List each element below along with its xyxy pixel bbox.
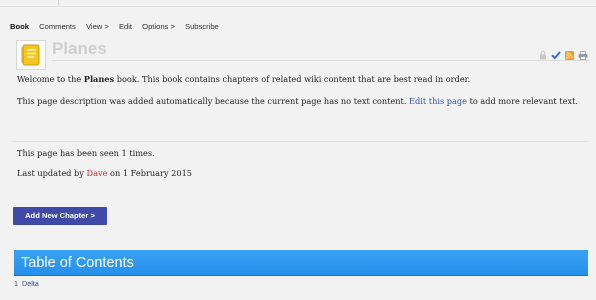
welcome-prefix: Welcome to the — [17, 74, 84, 84]
nav-comments[interactable]: Comments — [39, 22, 76, 31]
last-updated-date: on 1 February 2015 — [107, 168, 193, 178]
toc-item[interactable]: 1 Delta — [14, 279, 39, 288]
content-divider — [12, 141, 588, 142]
edit-page-link[interactable]: Edit this page — [409, 96, 467, 106]
view-count: This page has been seen 1 times. — [17, 148, 155, 158]
tab-edge — [58, 0, 59, 6]
nav-book[interactable]: Book — [10, 22, 29, 31]
rss-icon[interactable] — [565, 50, 574, 60]
auto-desc-prefix: This page description was added automati… — [17, 96, 410, 106]
book-welcome-text: Welcome to the Planes book. This book co… — [17, 74, 470, 85]
add-new-chapter-button[interactable]: Add New Chapter > — [13, 207, 107, 225]
checkmark-icon[interactable] — [551, 50, 561, 60]
user-link[interactable]: Dave — [87, 168, 108, 178]
auto-desc-suffix: to add more relevant text. — [466, 96, 578, 106]
title-divider — [52, 60, 590, 61]
auto-description-text: This page description was added automati… — [17, 96, 578, 107]
page-actions — [539, 50, 588, 60]
page-title: Planes — [52, 39, 107, 58]
nav-subscribe[interactable]: Subscribe — [185, 22, 219, 31]
nav-edit[interactable]: Edit — [119, 22, 132, 31]
book-nav: Book Comments View > Edit Options > Subs… — [10, 22, 227, 31]
last-updated: Last updated by Dave on 1 February 2015 — [17, 168, 192, 179]
book-icon — [16, 40, 46, 70]
book-name: Planes — [83, 74, 115, 84]
print-icon[interactable] — [578, 50, 588, 60]
welcome-suffix: book. This book contains chapters of rel… — [114, 74, 471, 84]
lock-icon[interactable] — [539, 50, 547, 60]
nav-options[interactable]: Options > — [142, 22, 175, 31]
toc-item-number: 1 — [14, 279, 18, 288]
last-updated-prefix: Last updated by — [17, 168, 87, 178]
top-strip — [0, 0, 596, 7]
toc-item-label[interactable]: Delta — [22, 279, 39, 288]
nav-view[interactable]: View > — [86, 22, 109, 31]
toc-header: Table of Contents — [14, 250, 588, 276]
